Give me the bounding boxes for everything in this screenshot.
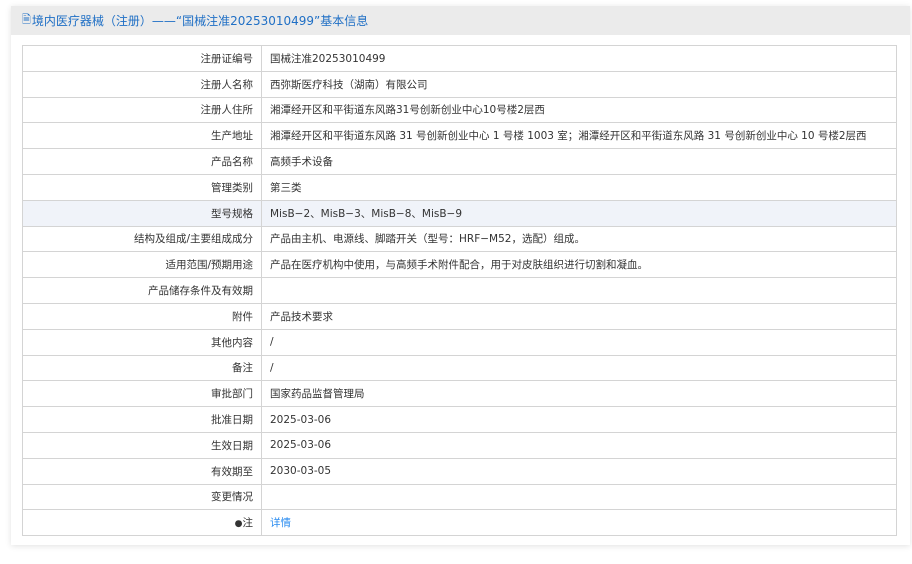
row-label: 生产地址 [22,122,262,150]
row-value: 2030-03-05 [261,457,897,485]
table-row: 生产地址 湘潭经开区和平街道东风路 31 号创新创业中心 1 号楼 1003 室；… [22,122,897,150]
row-value: 第三类 [261,173,897,201]
row-value: 2025-03-06 [261,406,897,433]
panel-title: 境内医疗器械（注册）——“国械注准20253010499”基本信息 [31,14,369,28]
table-row: 产品储存条件及有效期 [22,277,897,304]
table-row-note: ●注 详情 [22,509,897,537]
row-value: 湘潭经开区和平街道东风路 31 号创新创业中心 1 号楼 1003 室；湘潭经开… [261,122,897,150]
table-row: 产品名称 高频手术设备 [22,148,897,175]
table-row: 型号规格 MisB−2、MisB−3、MisB−8、MisB−9 [22,199,897,227]
table-row: 生效日期 2025-03-06 [22,431,897,459]
document-icon: 🗎 [22,13,31,26]
table-row: 批准日期 2025-03-06 [22,406,897,433]
row-value: 详情 [261,509,897,537]
row-value: 国械注准20253010499 [261,45,897,72]
row-value: / [261,328,897,356]
row-value: 产品技术要求 [261,302,897,330]
row-label: 型号规格 [22,199,262,227]
info-table: 注册证编号 国械注准20253010499 注册人名称 西弥斯医疗科技（湖南）有限公司… [22,45,897,537]
row-label: 变更情况 [22,483,262,511]
row-value: 西弥斯医疗科技（湖南）有限公司 [261,70,897,98]
table-row: 结构及组成/主要组成成分 产品由主机、电源线、脚踏开关（型号：HRF−M52，选配… [22,225,897,253]
panel-header: 🗎 境内医疗器械（注册）——“国械注准20253010499”基本信息 [11,6,910,35]
row-label: 产品储存条件及有效期 [22,277,262,304]
row-label: ●注 [22,509,262,537]
table-row: 适用范围/预期用途 产品在医疗机构中使用，与高频手术附件配合，用于对皮肤组织进行切… [22,251,897,279]
table-row: 其他内容 / [22,328,897,356]
row-value: 2025-03-06 [261,431,897,459]
details-link[interactable]: 详情 [270,517,291,529]
row-value: 高频手术设备 [261,148,897,175]
row-label: 附件 [22,302,262,330]
row-label: 适用范围/预期用途 [22,251,262,279]
row-label: 有效期至 [22,457,262,485]
row-label: 注册人住所 [22,96,262,124]
table-row: 附件 产品技术要求 [22,302,897,330]
row-label: 备注 [22,354,262,382]
row-value: 国家药品监督管理局 [261,380,897,408]
row-value: 湘潭经开区和平街道东风路31号创新创业中心10号楼2层西 [261,96,897,124]
row-value: 产品在医疗机构中使用，与高频手术附件配合，用于对皮肤组织进行切割和凝血。 [261,251,897,279]
table-row: 注册人名称 西弥斯医疗科技（湖南）有限公司 [22,70,897,98]
row-value [261,277,897,304]
table-row: 变更情况 [22,483,897,511]
row-label: 审批部门 [22,380,262,408]
table-row: 备注 / [22,354,897,382]
table-row: 管理类别 第三类 [22,173,897,201]
row-label: 注册证编号 [22,45,262,72]
row-value [261,483,897,511]
row-value: / [261,354,897,382]
row-label: 其他内容 [22,328,262,356]
device-info-panel: 🗎 境内医疗器械（注册）——“国械注准20253010499”基本信息 注册证编… [11,6,910,545]
row-value: 产品由主机、电源线、脚踏开关（型号：HRF−M52，选配）组成。 [261,225,897,253]
lightbulb-icon: ● [234,519,243,530]
table-row: 有效期至 2030-03-05 [22,457,897,485]
row-label: 产品名称 [22,148,262,175]
row-label: 注册人名称 [22,70,262,98]
row-label: 管理类别 [22,173,262,201]
row-label: 批准日期 [22,406,262,433]
table-row: 注册人住所 湘潭经开区和平街道东风路31号创新创业中心10号楼2层西 [22,96,897,124]
table-row: 审批部门 国家药品监督管理局 [22,380,897,408]
row-label: 生效日期 [22,431,262,459]
row-label: 结构及组成/主要组成成分 [22,225,262,253]
row-value: MisB−2、MisB−3、MisB−8、MisB−9 [261,199,897,227]
table-row: 注册证编号 国械注准20253010499 [22,45,897,72]
